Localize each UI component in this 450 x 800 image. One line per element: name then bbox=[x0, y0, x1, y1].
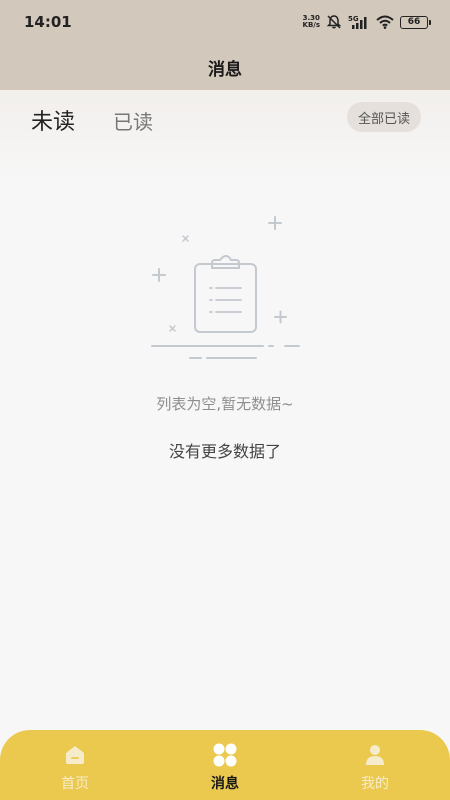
mark-all-read-button[interactable]: 全部已读 bbox=[347, 102, 421, 132]
wifi-icon bbox=[376, 15, 394, 29]
tab-messages[interactable]: 消息 bbox=[150, 738, 300, 793]
network-speed-unit: KB/s bbox=[302, 21, 320, 29]
clipboard-empty-icon bbox=[145, 215, 305, 365]
bottom-tab-bar: 首页 消息 我的 bbox=[0, 730, 450, 800]
home-icon bbox=[62, 742, 88, 768]
tab-read[interactable]: 已读 bbox=[113, 106, 153, 135]
status-bar: 14:01 3.30 KB/s 5G 66 bbox=[0, 0, 450, 44]
network-type-label: 5G bbox=[348, 15, 359, 23]
tab-profile[interactable]: 我的 bbox=[300, 738, 450, 793]
empty-message: 列表为空,暂无数据~ bbox=[156, 395, 294, 413]
page-title: 消息 bbox=[208, 59, 242, 80]
tab-home-label: 首页 bbox=[61, 775, 89, 792]
network-speed: 3.30 KB/s bbox=[303, 15, 320, 29]
tab-messages-label: 消息 bbox=[211, 775, 239, 792]
tab-unread[interactable]: 未读 bbox=[31, 104, 75, 136]
no-more-data-text: 没有更多数据了 bbox=[168, 442, 281, 461]
nav-bar: 消息 bbox=[0, 44, 450, 90]
tab-profile-label: 我的 bbox=[361, 775, 389, 792]
status-icons: 3.30 KB/s 5G 66 bbox=[303, 14, 431, 30]
person-icon bbox=[362, 742, 388, 768]
clover-grid-icon bbox=[212, 742, 238, 768]
signal-icon: 5G bbox=[348, 15, 370, 29]
battery-level: 66 bbox=[407, 17, 421, 27]
mute-bell-icon bbox=[326, 14, 342, 30]
tab-home[interactable]: 首页 bbox=[0, 738, 150, 793]
status-time: 14:01 bbox=[24, 13, 72, 31]
battery-icon: 66 bbox=[400, 15, 431, 29]
